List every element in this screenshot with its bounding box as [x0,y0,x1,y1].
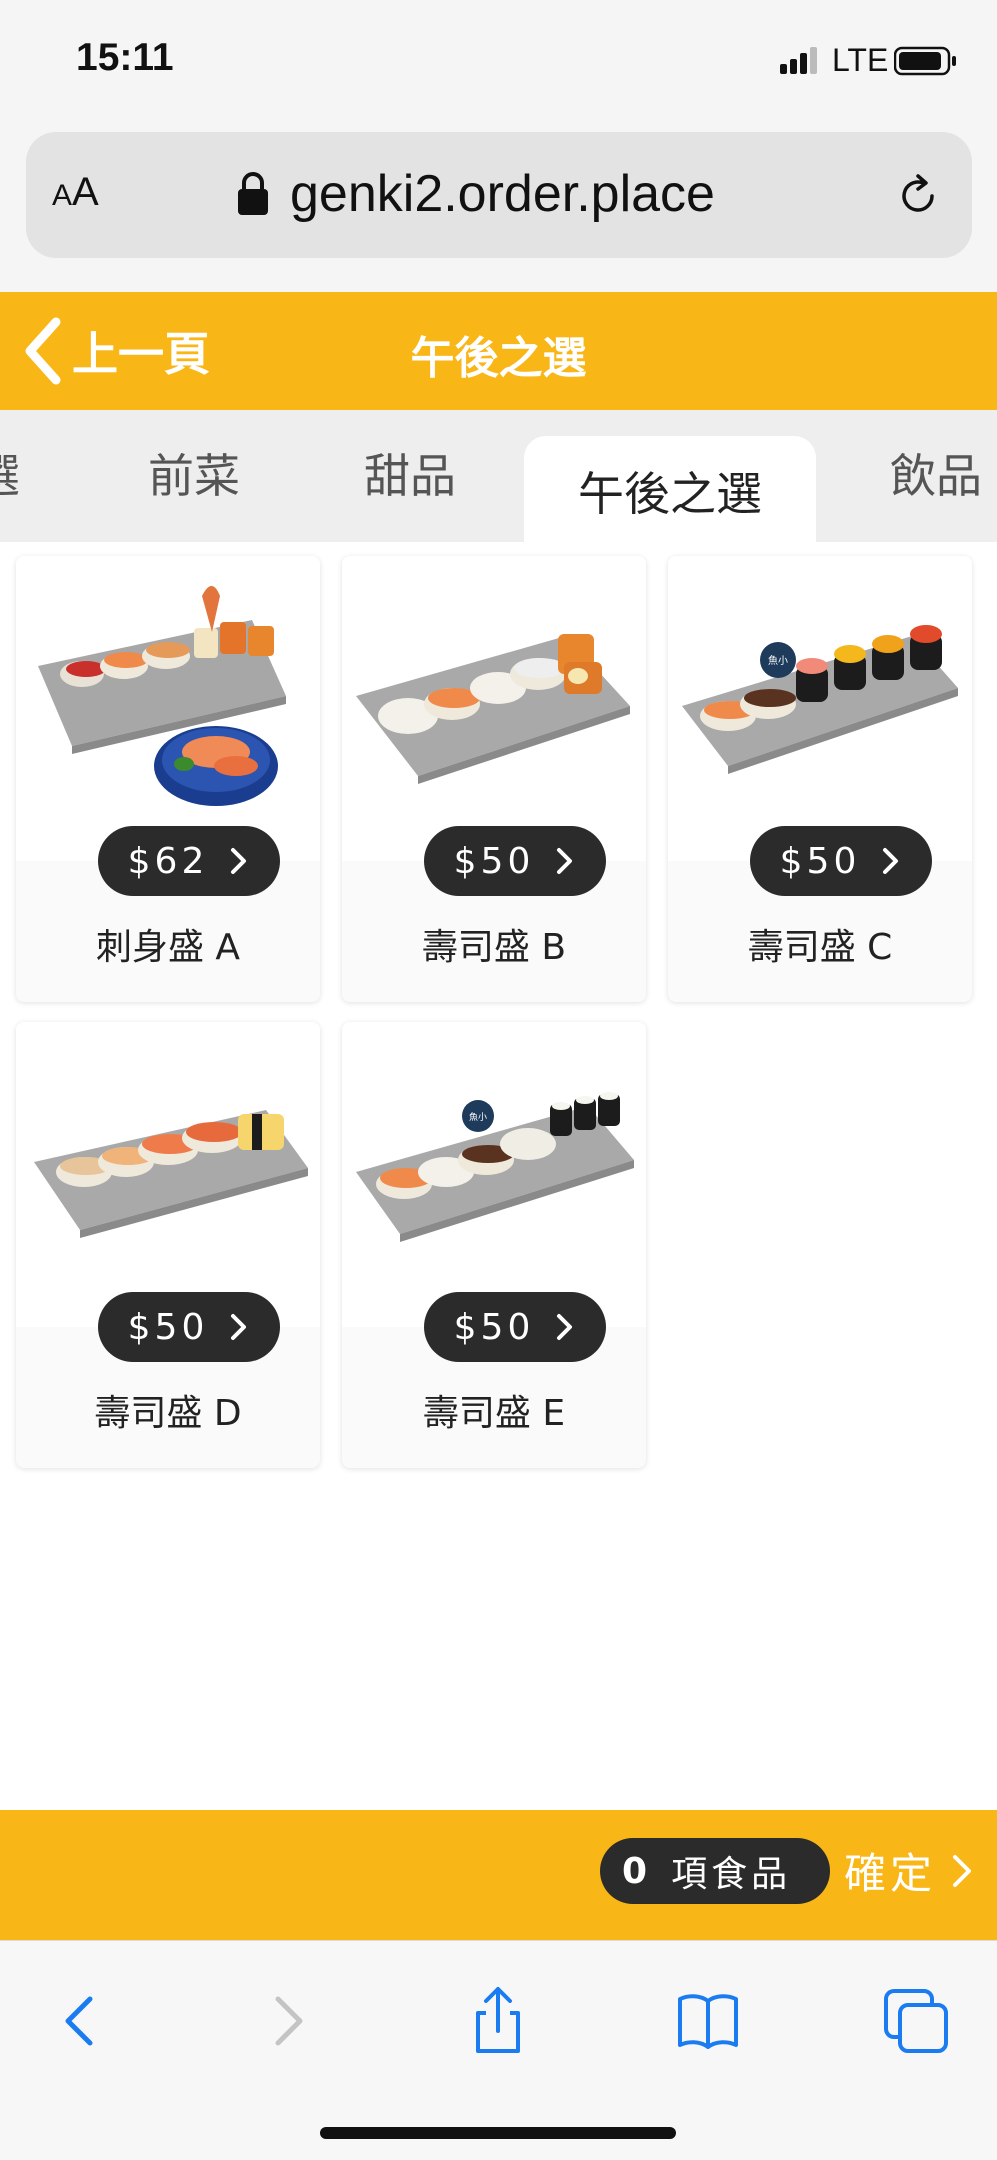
share-icon[interactable] [462,1985,534,2057]
text-size-big: A [72,170,99,214]
text-size-small: A [52,179,73,212]
cart-count: 0 [622,1850,648,1892]
chevron-right-icon [557,848,573,874]
product-card[interactable]: 魚小 $50 壽司盛 E [342,1022,646,1468]
chevron-right-icon [883,848,899,874]
text-size-button[interactable]: AA [52,170,99,215]
price-button[interactable]: $62 [98,826,280,896]
page-header: 上一頁 午後之選 [0,292,997,410]
product-name: 壽司盛 D [94,1393,242,1434]
tab-afternoon[interactable]: 午後之選 [524,436,816,542]
browser-toolbar [0,1940,997,2160]
svg-text:魚小: 魚小 [469,1111,487,1123]
browser-forward-icon[interactable] [250,1985,322,2057]
price-text: $50 [127,1306,209,1348]
price-text: $50 [453,1306,535,1348]
category-tabs: 選 前菜 甜品 午後之選 飲品 [0,410,997,542]
svg-text:魚小: 魚小 [768,654,788,667]
product-name: 壽司盛 B [421,927,567,968]
page-title: 午後之選 [410,333,587,384]
product-image: 魚小 [668,556,972,861]
tab-partial[interactable]: 選 [0,440,20,506]
product-card[interactable]: $50 壽司盛 D [16,1022,320,1468]
product-image: 魚小 [342,1022,646,1327]
confirm-button[interactable]: 確定 [844,1840,974,1901]
chevron-right-icon [557,1314,573,1340]
confirm-label: 確定 [844,1849,937,1898]
cart-label: 項食品 [671,1854,792,1895]
home-indicator [320,2127,676,2139]
product-image [342,556,646,861]
tabs-icon[interactable] [880,1985,952,2057]
product-name: 壽司盛 E [422,1393,566,1434]
price-text: $50 [453,840,535,882]
cart-summary[interactable]: 0 項食品 [600,1838,830,1904]
status-time: 15:11 [76,36,174,79]
url-bar[interactable]: AA genki2.order.place [26,132,972,258]
battery-icon [894,46,956,76]
price-text: $62 [127,840,209,882]
cart-bar: 0 項食品 確定 [0,1810,997,1940]
product-card[interactable]: $62 刺身盛 A [16,556,320,1002]
chevron-right-icon [953,1854,972,1887]
browser-urlbar-area: AA genki2.order.place [0,120,997,292]
reload-icon[interactable] [894,172,942,220]
status-bar: 15:11 LTE [0,0,997,120]
product-image [16,1022,320,1327]
price-button[interactable]: $50 [750,826,932,896]
price-button[interactable]: $50 [424,826,606,896]
signal-icon [780,47,817,74]
price-button[interactable]: $50 [424,1292,606,1362]
product-name: 壽司盛 C [747,927,893,968]
network-label: LTE [832,42,889,78]
browser-back-icon[interactable] [46,1985,118,2057]
chevron-right-icon [231,1314,247,1340]
tab-appetizer[interactable]: 前菜 [148,440,240,506]
product-name: 刺身盛 A [95,927,241,968]
price-button[interactable]: $50 [98,1292,280,1362]
tab-dessert[interactable]: 甜品 [364,440,456,506]
url-text: genki2.order.place [290,165,715,223]
tab-drinks[interactable]: 飲品 [890,440,982,506]
product-card[interactable]: $50 壽司盛 B [342,556,646,1002]
book-icon[interactable] [672,1985,744,2057]
chevron-right-icon [231,848,247,874]
lock-icon [238,172,268,215]
product-card[interactable]: 魚小 $50 壽司盛 C [668,556,972,1002]
product-image [16,556,320,861]
price-text: $50 [779,840,861,882]
